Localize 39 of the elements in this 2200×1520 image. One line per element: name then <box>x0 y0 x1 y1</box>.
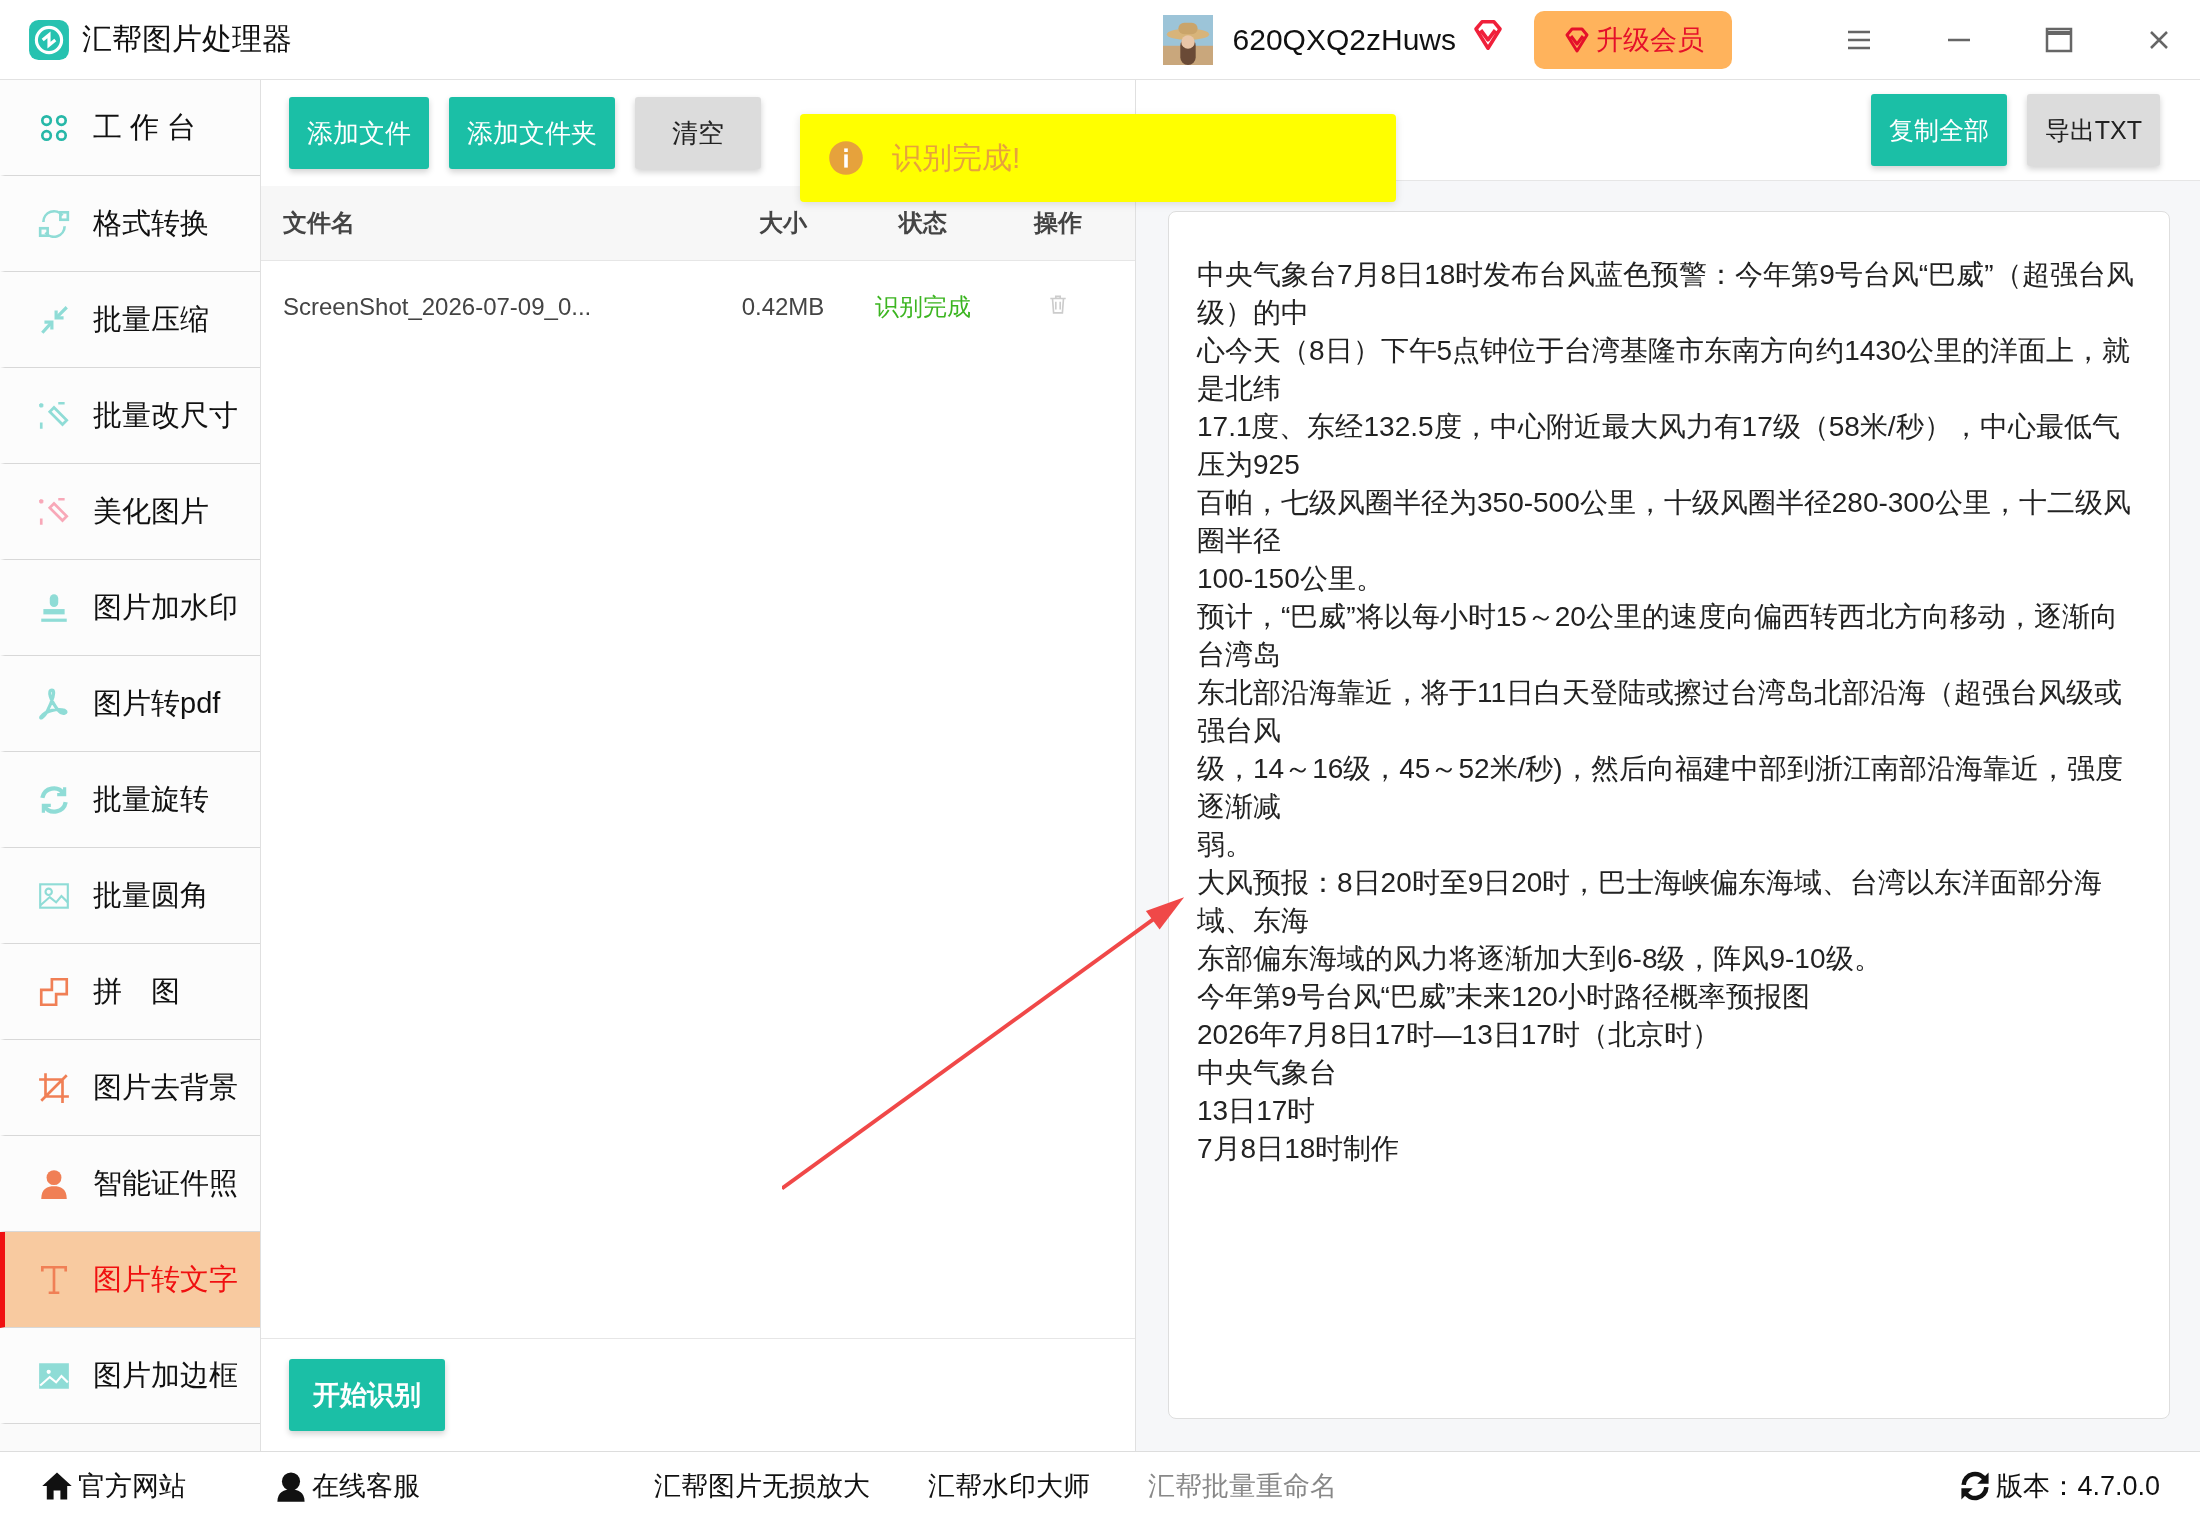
version-label[interactable]: 版本：4.7.0.0 <box>1958 1468 2160 1504</box>
info-icon <box>828 140 864 176</box>
file-size-cell-text: 0.42MB <box>740 293 826 321</box>
result-text-line: 中央气象台7月8日18时发布台风蓝色预警：今年第9号台风“巴威”（超强台风级）的中 <box>1197 258 2135 330</box>
result-text-line: 大风预报：8日20时至9日20时，巴士海峡偏东海域、台湾以东洋面部分海域、东海 <box>1197 866 2104 938</box>
app-title: 汇帮图片处理器 <box>82 21 292 57</box>
result-text-line: 100-150公里。 <box>1197 562 1385 596</box>
result-button[interactable]: 导出TXT <box>2026 94 2160 166</box>
support-icon <box>274 1469 308 1503</box>
product-link[interactable]: 汇帮批量重命名 <box>1148 1468 1337 1504</box>
result-text-line: 13日17时 <box>1197 1094 1317 1128</box>
result-text-line: 百帕，七级风圈半径为350-500公里，十级风圈半径280-300公里，十二级风圈半径 <box>1197 486 2132 558</box>
column-header: 文件名 <box>283 208 356 238</box>
toolbar-button[interactable]: 清空 <box>635 97 761 169</box>
result-text-line: 7月8日18时制作 <box>1197 1132 1401 1166</box>
result-text-line: 今年第9号台风“巴威”未来120小时路径概率预报图 <box>1197 980 1811 1014</box>
result-text-line: 17.1度、东经132.5度，中心附近最大风力有17级（58米/秒），中心最低气压为925 <box>1197 410 2121 482</box>
column-header: 状态 <box>897 208 948 238</box>
result-text-line: 心今天（8日）下午5点钟位于台湾基隆市东南方向约1430公里的洋面上，就是北纬 <box>1197 334 2132 406</box>
product-link[interactable]: 汇帮水印大师 <box>928 1468 1090 1504</box>
result-text-line: 2026年7月8日17时—13日17时（北京时） <box>1197 1018 1721 1052</box>
result-text-area[interactable] <box>1168 211 2170 1419</box>
website-link[interactable]: 官方网站 <box>40 1468 186 1504</box>
app-logo-icon <box>28 18 70 61</box>
toast-text: 识别完成! <box>892 139 1021 176</box>
user-name[interactable]: 620QXQ2zHuws <box>1232 22 1456 57</box>
status-cell-text: 识别完成 <box>874 292 972 322</box>
result-text-line: 弱。 <box>1197 828 1254 862</box>
result-text-line: 中央气象台 <box>1197 1056 1338 1090</box>
column-header: 大小 <box>758 208 808 238</box>
result-text-line: 级，14～16级，45～52米/秒)，然后向福建中部到浙江南部沿海靠近，强度逐渐减 <box>1197 752 2124 824</box>
support-link[interactable]: 在线客服 <box>274 1468 420 1504</box>
file-name-cell-text: ScreenShot_2026-07-09_0... <box>283 293 593 321</box>
column-header: 操作 <box>1032 208 1083 238</box>
result-text-line: 东部偏东海域的风力将逐渐加大到6-8级，阵风9-10级。 <box>1197 942 1883 976</box>
product-link[interactable]: 汇帮图片无损放大 <box>654 1468 870 1504</box>
result-text-line: 东北部沿海靠近，将于11日白天登陆或擦过台湾岛北部沿海（超强台风级或强台风 <box>1197 676 2124 748</box>
result-text-line: 预计，“巴威”将以每小时15～20公里的速度向偏西转西北方向移动，逐渐向台湾岛 <box>1197 600 2119 672</box>
crop-icon <box>37 1070 71 1105</box>
